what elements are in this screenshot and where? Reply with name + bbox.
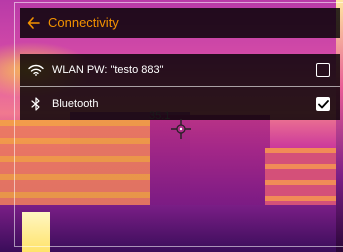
connectivity-menu: WLAN PW: "testo 883" Bluetooth	[20, 54, 340, 120]
arrow-left-icon-graphic	[27, 17, 40, 29]
checkmark-icon	[317, 99, 329, 108]
menu-item-wlan[interactable]: WLAN PW: "testo 883"	[20, 54, 340, 86]
temperature-readout: 35.1	[149, 110, 171, 122]
page-title: Connectivity	[48, 15, 119, 30]
bluetooth-checkbox[interactable]	[316, 97, 330, 111]
menu-item-label: WLAN PW: "testo 883"	[52, 64, 164, 76]
thermal-camera-screen: Connectivity WLAN PW: "testo 883" Blueto…	[0, 0, 343, 252]
menu-item-label: Bluetooth	[52, 98, 99, 110]
wifi-icon	[24, 64, 48, 76]
header-bar: Connectivity	[20, 8, 340, 38]
crosshair-icon	[171, 119, 191, 139]
wlan-checkbox[interactable]	[316, 63, 330, 77]
menu-divider	[20, 86, 340, 87]
arrow-left-icon[interactable]	[20, 16, 48, 30]
bluetooth-icon	[24, 97, 48, 111]
menu-item-bluetooth[interactable]: Bluetooth	[20, 88, 340, 120]
